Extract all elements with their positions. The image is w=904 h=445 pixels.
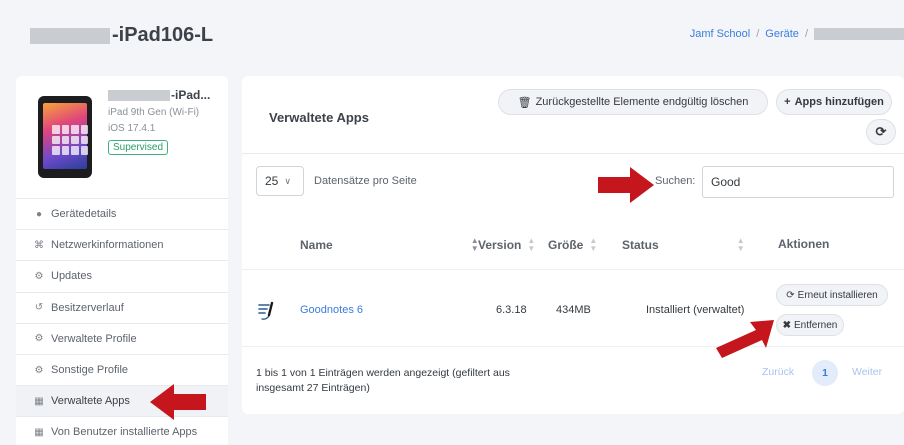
network-icon: ⌘ [34,239,44,251]
device-title-text: -iPad106-L [112,24,214,46]
ipad-image [38,96,92,178]
search-label: Suchen: [655,175,696,187]
device-name-text: -iPad... [171,88,211,102]
remove-button[interactable]: ✖ Entfernen [776,314,844,336]
device-model: iPad 9th Gen (Wi-Fi) [108,107,200,118]
sidebar-item-label: Verwaltete Apps [51,395,130,408]
app-name-link[interactable]: Goodnotes 6 [300,304,363,316]
apps-icon: ▦ [34,426,44,438]
refresh-icon: ⟳ [786,289,795,301]
column-header-size[interactable]: Größe ▲ ▼ [548,237,597,253]
trash-icon: 🗑 [517,96,532,109]
sidebar-item-label: Besitzerverlauf [51,301,124,314]
add-apps-button[interactable]: + Apps hinzufügen [776,89,892,115]
redacted-block [814,28,904,40]
breadcrumb-devices[interactable]: Geräte [765,28,799,40]
add-apps-label: Apps hinzufügen [794,96,884,108]
reinstall-button[interactable]: ⟳ Erneut installieren [776,284,888,306]
gears-icon: ⚙ [34,333,44,345]
refresh-icon: ⟳ [875,124,887,139]
breadcrumb-separator: / [756,28,760,40]
annotation-arrow-icon [598,167,654,203]
reinstall-label: Erneut installieren [797,289,878,301]
column-header-actions: Aktionen [778,237,829,251]
sort-icon: ▲ ▼ [736,236,745,253]
device-os: iOS 17.4.1 [108,123,156,134]
sidebar-item-besitzerverlauf[interactable]: ↺ Besitzerverlauf [16,291,228,323]
delete-deferred-button[interactable]: 🗑 Zurückgestellte Elemente endgültig lös… [498,89,768,115]
column-header-name[interactable]: Name ▲ ▼ [300,237,479,253]
device-info: -iPad... iPad 9th Gen (Wi-Fi) iOS 17.4.1… [108,88,223,155]
managed-apps-card: Verwaltete Apps 🗑 Zurückgestellte Elemen… [242,76,904,414]
plus-icon: + [784,96,791,108]
page-size-value: 25 [265,174,279,188]
page-size-select[interactable]: 25 ∨ [256,166,304,196]
divider [242,346,904,347]
pager-next-link[interactable]: Weiter [852,366,882,378]
column-header-label: Version [478,238,522,252]
breadcrumb-separator: / [804,28,808,40]
breadcrumb-jamf-school[interactable]: Jamf School [690,28,751,40]
gears-icon: ⚙ [34,364,44,376]
sidebar-item-updates[interactable]: ⚙ Updates [16,260,228,292]
card-title: Verwaltete Apps [269,110,369,125]
gears-icon: ⚙ [34,270,44,282]
goodnotes-app-icon [258,301,274,320]
sidebar-item-label: Updates [51,270,92,283]
sidebar-item-verwaltete-profile[interactable]: ⚙ Verwaltete Profile [16,322,228,354]
column-header-version[interactable]: Version ▲ ▼ [478,237,535,253]
sidebar-item-netzwerkinformationen[interactable]: ⌘ Netzwerkinformationen [16,229,228,261]
divider [242,269,904,270]
device-name: -iPad... [108,88,223,102]
column-header-label: Größe [548,238,584,252]
app-status: Installiert (verwaltet) [646,304,745,316]
sidebar-item-label: Verwaltete Profile [51,332,137,345]
per-page-label: Datensätze pro Seite [314,175,417,187]
apps-icon: ▦ [34,395,44,407]
chevron-down-icon: ∨ [284,175,291,186]
top-bar: -iPad106-L Jamf School / Geräte / [0,0,904,64]
pager-prev-link[interactable]: Zurück [762,366,794,378]
column-header-status[interactable]: Status ▲ ▼ [622,237,745,253]
sidebar-item-label: Sonstige Profile [51,364,129,377]
apple-icon: ● [35,208,43,220]
sort-icon: ▲ ▼ [527,236,536,253]
close-icon: ✖ [782,319,791,331]
column-header-label: Status [622,238,659,252]
annotation-arrow-icon [150,384,206,420]
redacted-block [108,89,170,101]
column-header-label: Aktionen [778,237,830,251]
page-title: -iPad106-L [30,24,213,47]
sidebar-item-label: Von Benutzer installierte Apps [51,426,198,439]
sidebar-item-geraetedetails[interactable]: ● Gerätedetails [16,198,228,230]
app-size: 434MB [556,304,591,316]
sidebar-item-label: Gerätedetails [51,208,117,221]
refresh-button[interactable]: ⟳ [866,119,896,145]
sidebar-item-label: Netzwerkinformationen [51,239,164,252]
redacted-block [30,27,110,44]
supervised-badge: Supervised [108,140,169,155]
sidebar-item-sonstige-profile[interactable]: ⚙ Sonstige Profile [16,353,228,386]
delete-deferred-label: Zurückgestellte Elemente endgültig lösch… [535,96,749,108]
remove-label: Entfernen [794,319,838,331]
app-version: 6.3.18 [496,304,527,316]
pager-current-page[interactable]: 1 [812,360,838,386]
divider [242,153,904,154]
search-input[interactable] [702,166,894,198]
column-header-label: Name [300,238,333,252]
table-info-text: 1 bis 1 von 1 Einträgen werden angezeigt… [256,367,510,394]
history-icon: ↺ [34,302,44,314]
ipad-screen [43,103,88,169]
annotation-arrow-icon [716,320,774,358]
breadcrumb: Jamf School / Geräte / [690,28,904,40]
sort-icon: ▲ ▼ [589,236,598,253]
ipad-app-grid [52,125,88,155]
